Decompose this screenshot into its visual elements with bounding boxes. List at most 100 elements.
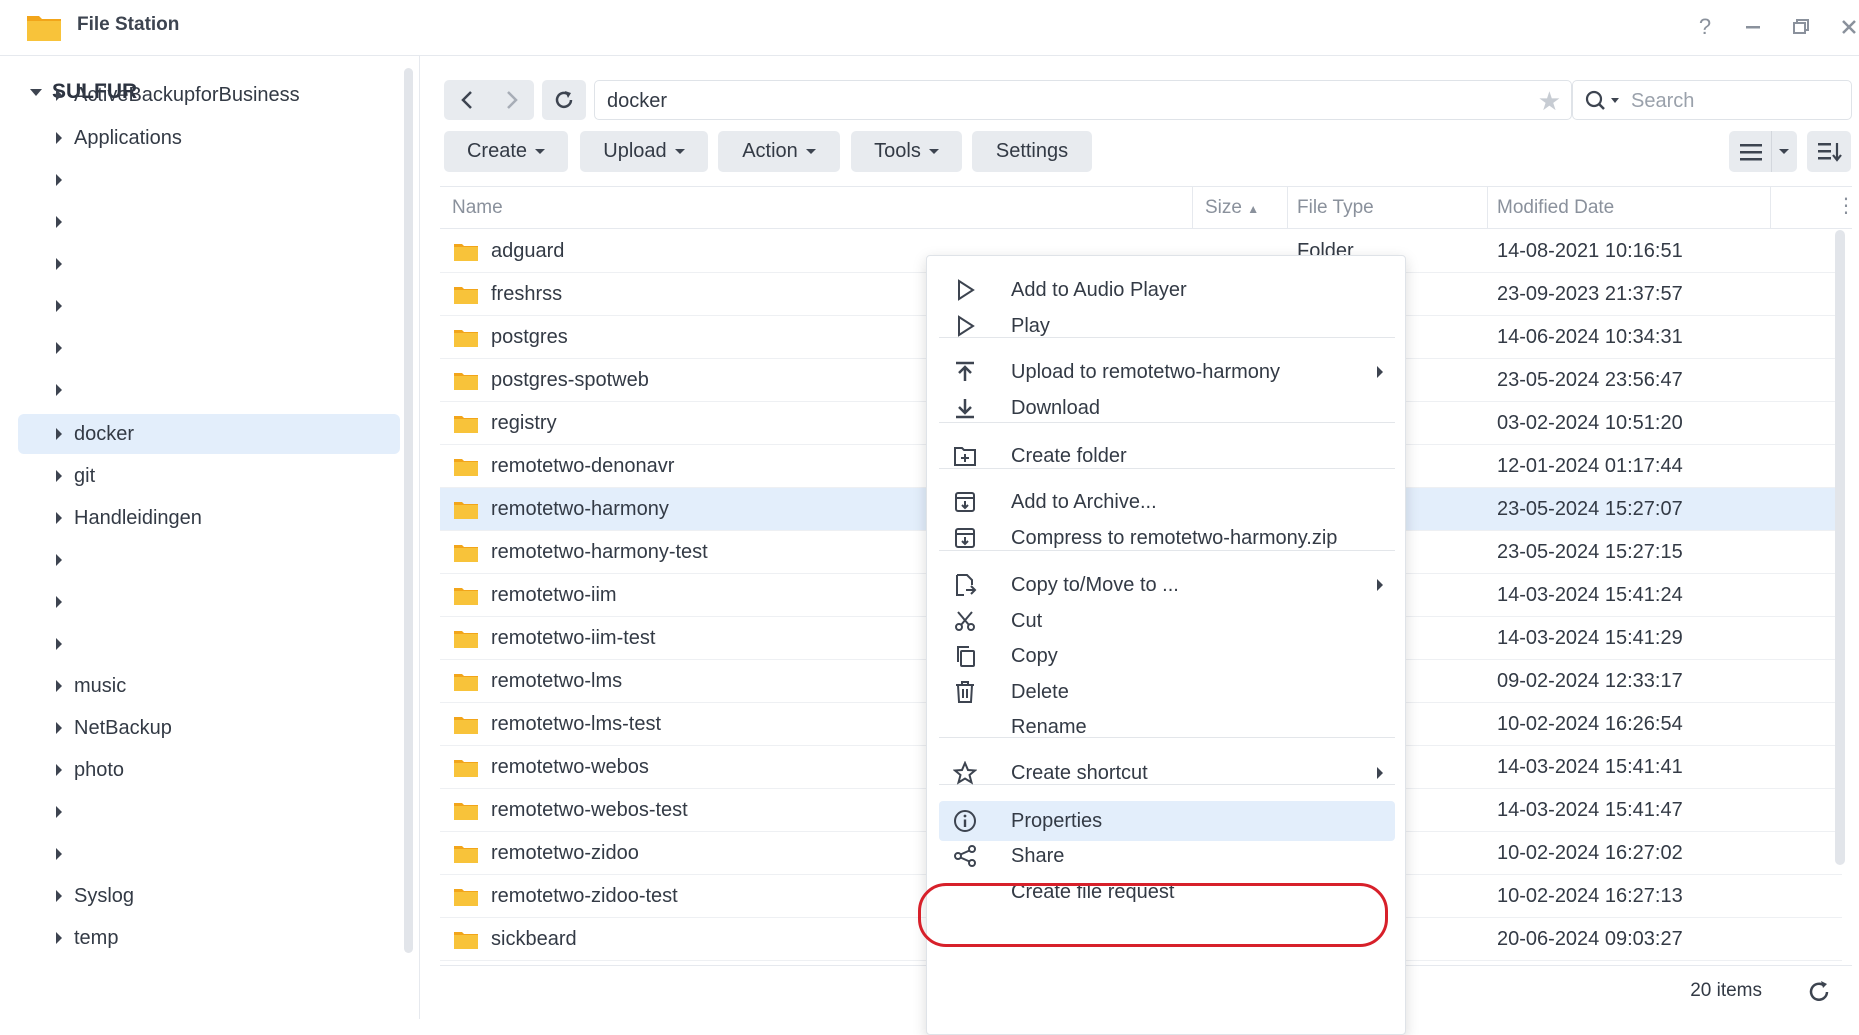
refresh-icon[interactable] xyxy=(1804,977,1834,1007)
column-menu-icon[interactable]: ⋮ xyxy=(1836,193,1856,218)
caret-right-icon[interactable] xyxy=(56,848,62,860)
column-divider[interactable] xyxy=(1192,187,1193,229)
caret-right-icon[interactable] xyxy=(56,300,62,312)
sidebar-item[interactable]: music xyxy=(18,666,400,706)
menu-item-cut[interactable]: Cut xyxy=(939,601,1395,641)
caret-right-icon[interactable] xyxy=(56,258,62,270)
menu-item-copy[interactable]: Copy xyxy=(939,636,1395,676)
sidebar-scrollbar[interactable] xyxy=(404,68,413,953)
caret-right-icon[interactable] xyxy=(56,470,62,482)
minimize-icon[interactable] xyxy=(1738,12,1768,42)
view-mode-button[interactable] xyxy=(1729,131,1797,172)
tools-button[interactable]: Tools xyxy=(851,131,962,172)
menu-item-download[interactable]: Download xyxy=(939,388,1395,428)
caret-right-icon[interactable] xyxy=(56,596,62,608)
menu-item-play[interactable]: Play xyxy=(939,306,1395,346)
forward-button[interactable] xyxy=(489,80,534,120)
sidebar-item[interactable]: docker xyxy=(18,414,400,454)
folder-icon xyxy=(454,373,478,390)
caret-right-icon[interactable] xyxy=(56,174,62,186)
caret-down-icon xyxy=(674,149,685,154)
sidebar-item[interactable] xyxy=(18,202,400,242)
caret-right-icon[interactable] xyxy=(56,512,62,524)
sidebar-item[interactable] xyxy=(18,286,400,326)
caret-right-icon[interactable] xyxy=(56,216,62,228)
column-header-type[interactable]: File Type xyxy=(1297,197,1374,219)
close-icon[interactable] xyxy=(1834,12,1859,42)
column-header-size[interactable]: Size ▲ xyxy=(1205,197,1259,219)
sidebar-item[interactable] xyxy=(18,540,400,580)
file-name: adguard xyxy=(491,240,565,262)
menu-item-copy-to-move-to[interactable]: Copy to/Move to ... xyxy=(939,565,1395,605)
menu-item-upload-to-remotetwo-harmony[interactable]: Upload to remotetwo-harmony xyxy=(939,352,1395,392)
search-input[interactable]: Search xyxy=(1572,80,1852,120)
menu-item-rename[interactable]: Rename xyxy=(939,707,1395,747)
archive-icon xyxy=(955,528,975,548)
caret-right-icon[interactable] xyxy=(56,554,62,566)
share-icon xyxy=(954,845,976,867)
caret-right-icon[interactable] xyxy=(56,132,62,144)
favorite-star-icon[interactable]: ★ xyxy=(1538,86,1561,117)
column-divider[interactable] xyxy=(1770,187,1771,229)
sidebar-item[interactable]: Syslog xyxy=(18,876,400,916)
create-button[interactable]: Create xyxy=(444,131,568,172)
sidebar-item[interactable]: Applications xyxy=(18,118,400,158)
caret-right-icon[interactable] xyxy=(56,722,62,734)
file-name: freshrss xyxy=(491,283,563,305)
menu-item-add-to-audio-player[interactable]: Add to Audio Player xyxy=(939,270,1395,310)
caret-right-icon[interactable] xyxy=(56,89,62,101)
sort-button[interactable] xyxy=(1807,131,1851,172)
sidebar-item[interactable] xyxy=(18,582,400,622)
sidebar-item[interactable]: temp xyxy=(18,918,400,958)
caret-right-icon[interactable] xyxy=(56,890,62,902)
menu-item-create-shortcut[interactable]: Create shortcut xyxy=(939,753,1395,793)
menu-item-share[interactable]: Share xyxy=(939,836,1395,876)
sidebar-item[interactable] xyxy=(18,624,400,664)
action-button[interactable]: Action xyxy=(718,131,840,172)
sidebar-item[interactable]: NetBackup xyxy=(18,708,400,748)
menu-item-label: Add to Archive... xyxy=(1011,491,1157,513)
caret-right-icon[interactable] xyxy=(56,764,62,776)
sidebar-item[interactable] xyxy=(18,792,400,832)
caret-right-icon[interactable] xyxy=(56,932,62,944)
menu-item-delete[interactable]: Delete xyxy=(939,672,1395,712)
menu-item-add-to-archive[interactable]: Add to Archive... xyxy=(939,482,1395,522)
file-name: remotetwo-lms-test xyxy=(491,713,662,735)
caret-right-icon[interactable] xyxy=(56,806,62,818)
caret-right-icon[interactable] xyxy=(56,680,62,692)
sidebar-item[interactable]: photo xyxy=(18,750,400,790)
settings-button[interactable]: Settings xyxy=(972,131,1092,172)
menu-item-create-folder[interactable]: Create folder xyxy=(939,436,1395,476)
caret-right-icon[interactable] xyxy=(56,428,62,440)
sidebar-item[interactable] xyxy=(18,160,400,200)
menu-item-label: Properties xyxy=(1011,810,1103,832)
menu-item-properties[interactable]: Properties xyxy=(939,801,1395,841)
caret-right-icon[interactable] xyxy=(56,384,62,396)
upload-button[interactable]: Upload xyxy=(580,131,708,172)
trash-icon xyxy=(956,681,974,703)
menu-item-compress-to-remotetwo-harmony-zip[interactable]: Compress to remotetwo-harmony.zip xyxy=(939,518,1395,558)
column-header-modified[interactable]: Modified Date xyxy=(1497,197,1614,219)
refresh-button[interactable] xyxy=(542,80,586,120)
column-header-name[interactable]: Name xyxy=(452,197,503,219)
file-station-icon xyxy=(27,16,61,41)
help-icon[interactable]: ? xyxy=(1690,12,1720,42)
sidebar-item[interactable]: Handleidingen xyxy=(18,498,400,538)
sidebar-item[interactable] xyxy=(18,370,400,410)
sidebar-item[interactable]: ActiveBackupforBusiness xyxy=(18,75,400,115)
column-divider[interactable] xyxy=(1287,187,1288,229)
caret-down-icon[interactable] xyxy=(1779,149,1789,154)
folder-icon xyxy=(454,502,478,519)
sidebar-item-label: music xyxy=(74,674,127,697)
sidebar-item[interactable] xyxy=(18,244,400,284)
restore-icon[interactable] xyxy=(1786,12,1816,42)
file-list-scrollbar[interactable] xyxy=(1835,230,1845,865)
path-bar[interactable]: docker ★ xyxy=(594,80,1572,120)
back-button[interactable] xyxy=(444,80,489,120)
sidebar-item[interactable]: git xyxy=(18,456,400,496)
sidebar-item[interactable] xyxy=(18,834,400,874)
caret-right-icon[interactable] xyxy=(56,342,62,354)
sidebar-item[interactable] xyxy=(18,328,400,368)
caret-right-icon[interactable] xyxy=(56,638,62,650)
column-divider[interactable] xyxy=(1487,187,1488,229)
